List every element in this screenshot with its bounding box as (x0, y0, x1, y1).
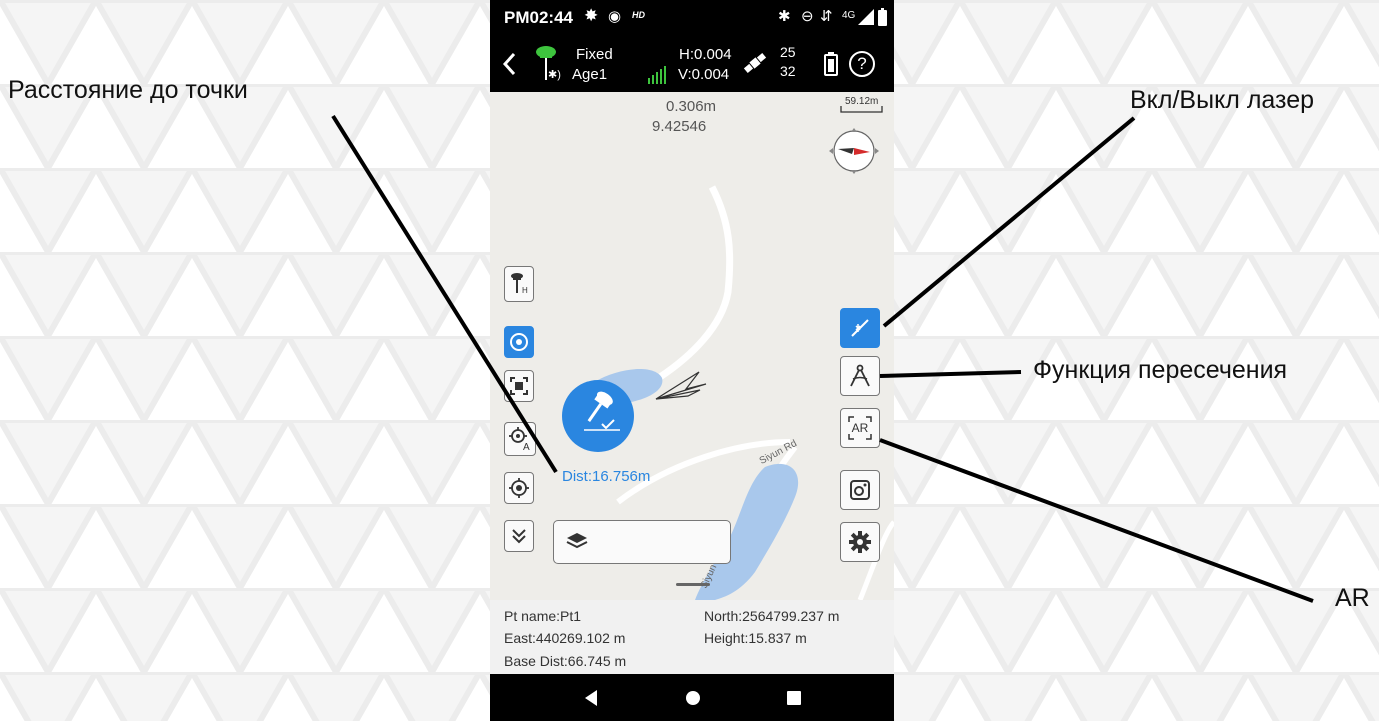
photo-button[interactable] (840, 470, 880, 510)
settings-button[interactable] (840, 522, 880, 562)
compass-icon[interactable] (824, 122, 884, 180)
wifi-icon: ⇵ (820, 8, 833, 25)
fix-status: Fixed (576, 46, 613, 63)
v-precision: V:0.004 (678, 66, 730, 83)
laser-toggle-button[interactable] (840, 308, 880, 348)
scale-bar (840, 106, 883, 113)
top-bar: ✱) Fixed Age1 H:0.004 V:0.004 25 32 ? (490, 34, 894, 92)
photo-icon (850, 480, 870, 500)
svg-text:A: A (523, 442, 530, 452)
back-icon[interactable] (502, 52, 518, 76)
ar-button[interactable]: AR (840, 408, 880, 448)
chevron-down-double-icon (512, 529, 526, 544)
laser-icon (851, 319, 869, 337)
bluetooth-small-icon: ✱) (548, 69, 561, 81)
full-extent-button[interactable] (504, 370, 534, 402)
status-time: PM02:44 (504, 8, 573, 27)
gear-icon: ✸ (584, 6, 599, 25)
distance-offset: 0.306m (666, 98, 717, 115)
point-info-panel: Pt name:Pt1 North:2564799.237 m East:440… (490, 600, 894, 674)
h-precision: H:0.004 (679, 46, 732, 63)
north: North:2564799.237 m (704, 608, 840, 624)
battery-icon (878, 8, 887, 26)
height: Height:15.837 m (704, 630, 807, 646)
stakeout-target-icon[interactable] (560, 378, 636, 454)
point-mode-button[interactable] (504, 326, 534, 358)
help-label: ? (857, 54, 867, 73)
layer-selector[interactable] (553, 520, 731, 564)
bluetooth-icon: ✱ (778, 8, 791, 25)
radio-icon: ◉ (608, 8, 622, 25)
auto-center-icon: A (509, 427, 530, 452)
auto-center-button[interactable]: A (504, 422, 536, 456)
annotation-distance: Расстояние до точки (8, 76, 248, 104)
drag-handle[interactable] (676, 583, 710, 586)
annotation-ar: AR (1335, 584, 1370, 612)
dist-label: Dist:16.756m (562, 468, 651, 485)
cell-signal-icon (858, 9, 874, 25)
navigation-bar (490, 674, 894, 721)
network-label: 4G (842, 10, 856, 21)
status-bar: PM02:44 ✸ ◉ HD ✱ ⊖ ⇵ 4G (490, 0, 894, 34)
gear-icon (849, 531, 871, 553)
map-view[interactable]: 59.12m 0.306m 9.42546 Siyun Rd Siyun Rd … (490, 92, 894, 600)
age: Age1 (572, 66, 608, 83)
annotation-laser: Вкл/Выкл лазер (1130, 86, 1315, 114)
ar-label: AR (851, 421, 869, 435)
antenna-height-icon: H (511, 273, 528, 295)
satellite-icon (743, 52, 767, 74)
dnd-icon: ⊖ (801, 8, 814, 25)
antenna-height-button[interactable]: H (504, 266, 534, 302)
bearing: 9.42546 (652, 118, 707, 135)
help-button[interactable]: ? (849, 51, 875, 77)
recents-nav-icon[interactable] (786, 690, 802, 706)
svg-text:H: H (522, 286, 528, 295)
intersection-button[interactable] (840, 356, 880, 396)
hd-badge: HD (632, 10, 645, 20)
annotation-intersection: Функция пересечения (1033, 356, 1288, 384)
pt-name: Pt name:Pt1 (504, 608, 582, 624)
east: East:440269.102 m (504, 630, 626, 646)
full-extent-icon (510, 377, 528, 395)
collapse-button[interactable] (504, 520, 534, 552)
sats-used: 25 (780, 44, 796, 60)
back-nav-icon[interactable] (584, 689, 600, 707)
layers-icon (566, 533, 588, 549)
locate-button[interactable] (504, 472, 534, 504)
phone-screen: PM02:44 ✸ ◉ HD ✱ ⊖ ⇵ 4G ✱) Fixed Age1 H:… (490, 0, 894, 721)
point-mode-icon (510, 333, 528, 351)
base-dist: Base Dist:66.745 m (504, 653, 627, 669)
receiver-battery-icon (824, 52, 838, 76)
locate-icon (509, 478, 529, 498)
signal-bars-icon (648, 66, 666, 84)
home-nav-icon[interactable] (684, 689, 702, 707)
compass-divider-icon (850, 364, 870, 387)
sats-visible: 32 (780, 63, 796, 79)
